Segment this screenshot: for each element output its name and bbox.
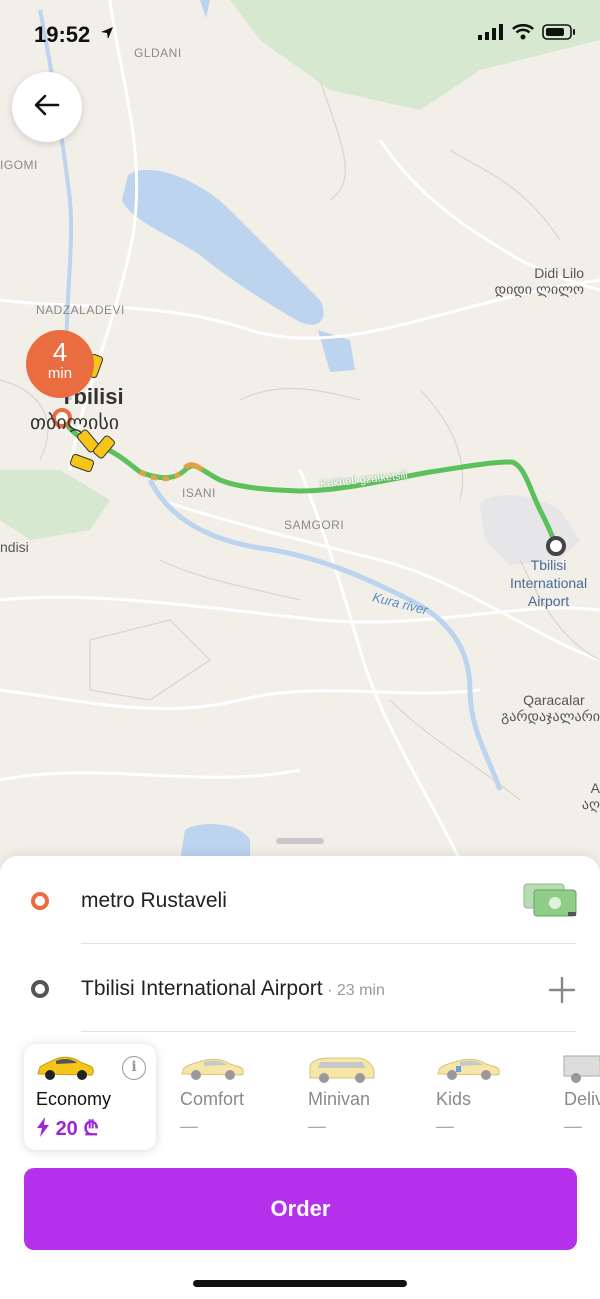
tariff-name: Comfort [180, 1089, 245, 1109]
town-name: Qaracalar [523, 692, 585, 708]
car-icon [178, 1054, 246, 1087]
district-label-nadzaladevi: NADZALADEVI [36, 303, 125, 317]
battery-icon [542, 24, 576, 45]
order-button[interactable]: Order [24, 1168, 577, 1250]
car-icon [34, 1054, 96, 1087]
status-icons [478, 23, 576, 45]
town-name: A [590, 780, 600, 796]
town-name-local: გარდაჯალარი [501, 708, 600, 724]
airport-label-line: Airport [527, 593, 570, 609]
eta-bubble: 4 min [26, 330, 94, 398]
divider [81, 1031, 576, 1032]
airport-label: Tbilisi International Airport [510, 556, 587, 610]
tariff-price-value: 20 ₾ [55, 1118, 99, 1140]
arrow-left-icon [34, 94, 60, 121]
origin-dot-icon [31, 892, 49, 910]
district-label-samgori: SAMGORI [284, 518, 345, 532]
route-duration: · 23 min [322, 982, 385, 999]
tariff-name: Deliv [564, 1089, 600, 1109]
route-from-row[interactable]: metro Rustaveli [0, 856, 600, 944]
tariff-price: — [180, 1116, 198, 1136]
town-label-edge: A აღ [582, 780, 600, 813]
route-to-label-wrap[interactable]: Tbilisi International Airport · 23 min [81, 977, 385, 1001]
tariff-minivan[interactable]: Minivan — [296, 1044, 428, 1150]
eta-value: 4 [52, 337, 68, 367]
town-name-local: დიდი ლილო [494, 281, 584, 297]
city-label-local: თბილისი [30, 412, 120, 434]
tariff-selector[interactable]: i Economy 20 ₾ Comfort — Minivan — Kids … [0, 1044, 600, 1152]
tariff-name: Minivan [308, 1089, 371, 1109]
town-label-didi-lilo: Didi Lilo დიდი ლილო [495, 265, 584, 298]
tariff-name: Kids [436, 1089, 472, 1109]
wifi-icon [512, 23, 534, 45]
tariff-price: — [436, 1116, 454, 1136]
district-label-isani: ISANI [182, 486, 216, 500]
tariff-comfort[interactable]: Comfort — [168, 1044, 300, 1150]
signal-icon [478, 24, 504, 45]
tariff-price: — [308, 1116, 326, 1136]
route-to-row[interactable]: Tbilisi International Airport · 23 min [0, 944, 600, 1032]
edge-label: ndisi [0, 539, 29, 555]
info-icon[interactable]: i [122, 1056, 146, 1080]
town-name: Didi Lilo [534, 265, 584, 281]
airport-label-line: International [510, 575, 588, 591]
truck-icon [562, 1054, 600, 1089]
route-from-label[interactable]: metro Rustaveli [81, 889, 227, 913]
map-canvas[interactable] [0, 0, 600, 880]
cash-icon[interactable] [522, 882, 578, 923]
district-label-digomi: IGOMI [0, 158, 38, 172]
tariff-economy[interactable]: i Economy 20 ₾ [24, 1044, 156, 1150]
tariff-name: Economy [36, 1089, 112, 1109]
home-indicator[interactable] [193, 1280, 407, 1287]
destination-dot-icon [31, 980, 49, 998]
status-bar: 19:52 [0, 0, 600, 70]
map-view[interactable]: GLDANI IGOMI NADZALADEVI ISANI SAMGORI n… [0, 0, 600, 880]
route-to-label: Tbilisi International Airport [81, 977, 323, 1000]
back-button[interactable] [12, 72, 82, 142]
car-icon [434, 1054, 502, 1087]
location-arrow-icon [100, 26, 114, 45]
airport-label-line: Tbilisi [530, 557, 567, 573]
town-label-qaracalar: Qaracalar გარდაჯალარი [501, 692, 600, 725]
add-stop-icon[interactable] [548, 976, 576, 1009]
surge-bolt-icon [37, 1117, 49, 1137]
town-name-local: აღ [581, 796, 600, 812]
tariff-price: 20 ₾ [36, 1114, 99, 1141]
tariff-kids[interactable]: Kids — [424, 1044, 556, 1150]
tariff-delivery[interactable]: Deliv — [552, 1044, 600, 1150]
sheet-grabber[interactable] [276, 838, 324, 844]
status-time: 19:52 [34, 22, 91, 47]
tariff-price: — [564, 1116, 582, 1136]
eta-unit: min [47, 365, 73, 382]
car-icon [306, 1054, 378, 1089]
